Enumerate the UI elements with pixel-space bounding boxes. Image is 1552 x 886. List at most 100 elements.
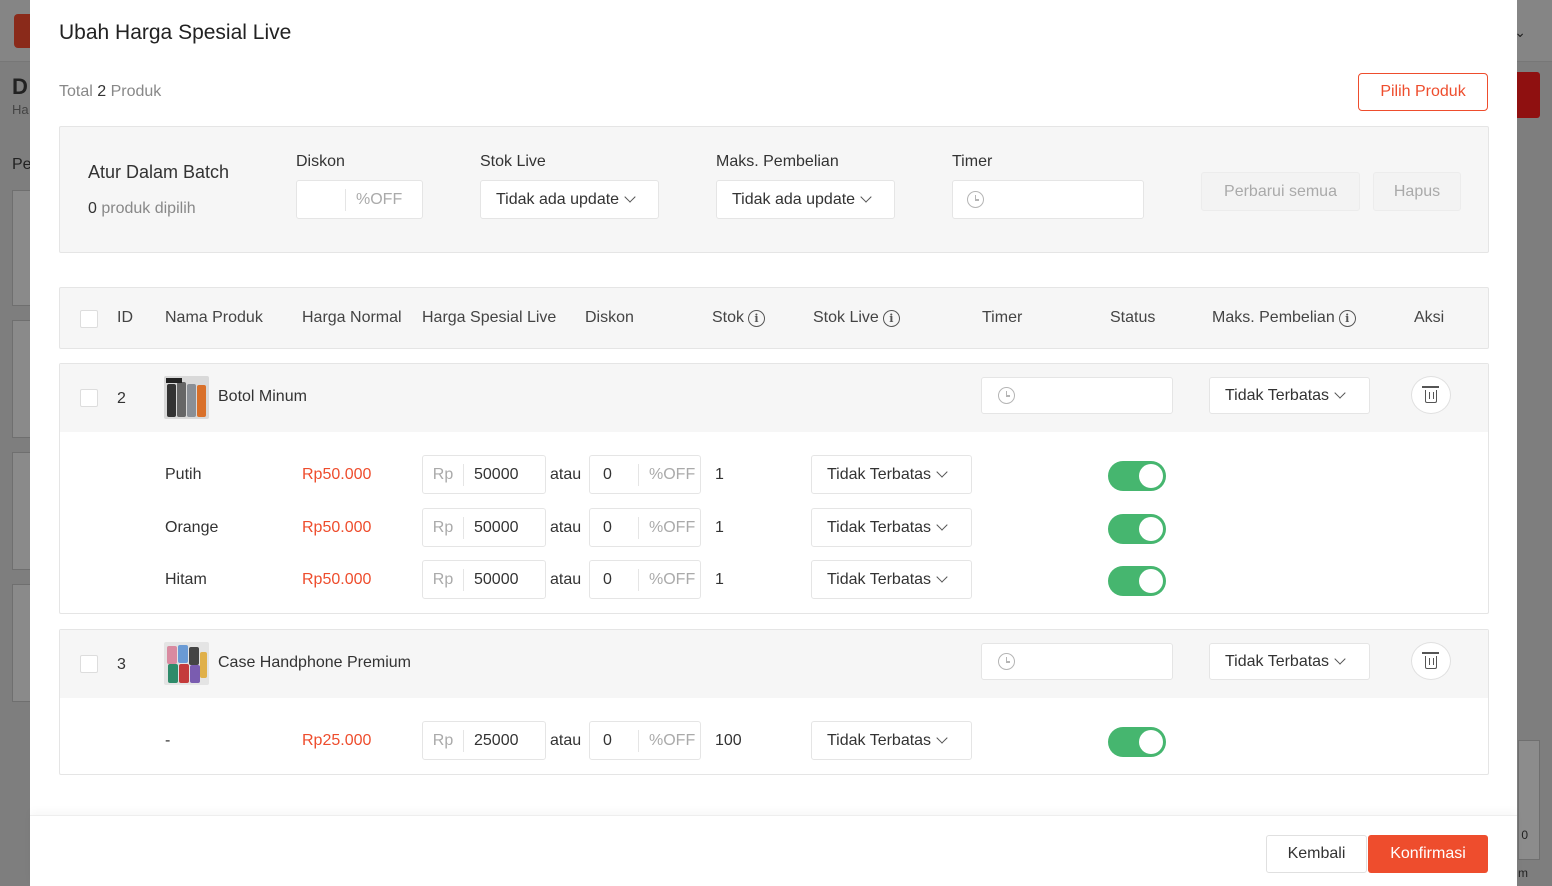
- variant-row: Hitam Rp50.000 Rp 50000 atau 0 %OFF 1 Ti…: [60, 560, 1488, 600]
- max-purchase-select[interactable]: Tidak Terbatas: [1209, 377, 1370, 414]
- variant-name: Hitam: [165, 571, 207, 588]
- batch-stock-select[interactable]: Tidak ada update: [480, 180, 659, 219]
- variant-row: Putih Rp50.000 Rp 50000 atau 0 %OFF 1 Ti…: [60, 455, 1488, 495]
- live-price-input[interactable]: Rp 50000: [422, 560, 546, 599]
- batch-title: Atur Dalam Batch: [88, 162, 230, 182]
- delete-product-button[interactable]: [1411, 376, 1451, 414]
- batch-discount-input[interactable]: %OFF: [296, 180, 423, 219]
- status-toggle[interactable]: [1108, 727, 1166, 757]
- trash-icon: [1422, 386, 1439, 403]
- chevron-down-icon: [624, 191, 636, 203]
- variant-stock: 1: [715, 571, 724, 588]
- product-row: 3 Case Handphone Premium Tidak Terbatas: [60, 630, 1488, 698]
- variant-name: -: [165, 732, 171, 749]
- or-label: atau: [550, 466, 582, 483]
- product-checkbox[interactable]: [80, 389, 98, 407]
- column-id: ID: [117, 309, 133, 326]
- variant-row: Orange Rp50.000 Rp 50000 atau 0 %OFF 1 T…: [60, 508, 1488, 548]
- info-icon[interactable]: i: [882, 309, 900, 327]
- or-label: atau: [550, 519, 582, 536]
- column-stock: Stok i: [712, 309, 766, 327]
- column-discount: Diskon: [585, 309, 634, 326]
- background-page-subtitle: Ha: [12, 102, 29, 117]
- chevron-down-icon: [936, 732, 948, 744]
- column-product-name: Nama Produk: [165, 309, 263, 326]
- product-checkbox[interactable]: [80, 655, 98, 673]
- update-all-button[interactable]: Perbarui semua: [1201, 172, 1360, 211]
- variant-name: Putih: [165, 466, 202, 483]
- discount-input[interactable]: 0 %OFF: [589, 721, 701, 760]
- product-id: 2: [117, 390, 126, 407]
- product-timer-input[interactable]: [981, 643, 1173, 680]
- clock-icon: [967, 191, 984, 208]
- batch-settings-panel: Atur Dalam Batch 0 produk dipilih Diskon…: [59, 126, 1489, 253]
- variant-stock: 1: [715, 466, 724, 483]
- stock-live-select[interactable]: Tidak Terbatas: [811, 721, 972, 760]
- batch-stock-label: Stok Live: [480, 153, 546, 170]
- info-icon[interactable]: i: [748, 309, 766, 327]
- variant-stock: 100: [715, 732, 742, 749]
- select-all-checkbox[interactable]: [80, 310, 98, 328]
- batch-timer-input[interactable]: [952, 180, 1144, 219]
- variant-normal-price: Rp25.000: [302, 732, 372, 749]
- column-max-purchase: Maks. Pembelian i: [1212, 309, 1356, 327]
- batch-selected-count: 0 produk dipilih: [88, 200, 196, 217]
- variant-name: Orange: [165, 519, 219, 536]
- product-row: 2 Botol Minum Tidak Terbatas: [60, 364, 1488, 432]
- column-live-price: Harga Spesial Live: [422, 309, 557, 326]
- status-toggle[interactable]: [1108, 566, 1166, 596]
- product-timer-input[interactable]: [981, 377, 1173, 414]
- delete-selected-button[interactable]: Hapus: [1373, 172, 1461, 211]
- or-label: atau: [550, 732, 582, 749]
- chevron-down-icon: [936, 519, 948, 531]
- discount-input[interactable]: 0 %OFF: [589, 455, 701, 494]
- live-price-input[interactable]: Rp 25000: [422, 721, 546, 760]
- stock-live-select[interactable]: Tidak Terbatas: [811, 560, 972, 599]
- modal-title: Ubah Harga Spesial Live: [59, 21, 292, 44]
- confirm-button[interactable]: Konfirmasi: [1368, 835, 1488, 873]
- clock-icon: [998, 653, 1015, 670]
- variant-normal-price: Rp50.000: [302, 466, 372, 483]
- background-text: 0: [1521, 828, 1528, 842]
- back-button[interactable]: Kembali: [1266, 835, 1367, 873]
- max-purchase-select[interactable]: Tidak Terbatas: [1209, 643, 1370, 680]
- delete-product-button[interactable]: [1411, 642, 1451, 680]
- status-toggle[interactable]: [1108, 461, 1166, 491]
- edit-live-price-modal: Ubah Harga Spesial Live Total 2 Produk P…: [30, 0, 1517, 886]
- batch-max-purchase-label: Maks. Pembelian: [716, 153, 839, 170]
- chevron-down-icon: [936, 571, 948, 583]
- column-status: Status: [1110, 309, 1156, 326]
- background-card: [12, 584, 32, 702]
- total-count: 2: [97, 83, 107, 100]
- product-thumbnail: [164, 642, 209, 685]
- stock-live-select[interactable]: Tidak Terbatas: [811, 508, 972, 547]
- variant-row: - Rp25.000 Rp 25000 atau 0 %OFF 100 Tida…: [60, 721, 1488, 761]
- live-price-input[interactable]: Rp 50000: [422, 455, 546, 494]
- background-card: [1518, 740, 1540, 860]
- modal-footer: Kembali Konfirmasi: [30, 815, 1517, 886]
- background-label: Pe: [12, 156, 32, 173]
- variant-normal-price: Rp50.000: [302, 571, 372, 588]
- background-card: [12, 452, 32, 570]
- stock-live-select[interactable]: Tidak Terbatas: [811, 455, 972, 494]
- trash-icon: [1422, 652, 1439, 669]
- status-toggle[interactable]: [1108, 514, 1166, 544]
- background-card: [12, 190, 32, 306]
- discount-input[interactable]: 0 %OFF: [589, 560, 701, 599]
- product-name: Botol Minum: [218, 388, 307, 405]
- batch-discount-label: Diskon: [296, 153, 345, 170]
- chevron-down-icon: [860, 191, 872, 203]
- batch-max-purchase-select[interactable]: Tidak ada update: [716, 180, 895, 219]
- column-action: Aksi: [1414, 309, 1445, 326]
- batch-timer-label: Timer: [952, 153, 993, 170]
- info-icon[interactable]: i: [1338, 309, 1356, 327]
- pick-product-button[interactable]: Pilih Produk: [1358, 73, 1488, 111]
- live-price-input[interactable]: Rp 50000: [422, 508, 546, 547]
- product-thumbnail: [164, 376, 209, 419]
- background-page-title: D: [12, 74, 28, 99]
- product-group: 2 Botol Minum Tidak Terbatas Putih Rp50.…: [59, 363, 1489, 614]
- background-text: m: [1518, 866, 1528, 880]
- product-table-header: ID Nama Produk Harga Normal Harga Spesia…: [59, 287, 1489, 349]
- background-card: [12, 320, 32, 438]
- discount-input[interactable]: 0 %OFF: [589, 508, 701, 547]
